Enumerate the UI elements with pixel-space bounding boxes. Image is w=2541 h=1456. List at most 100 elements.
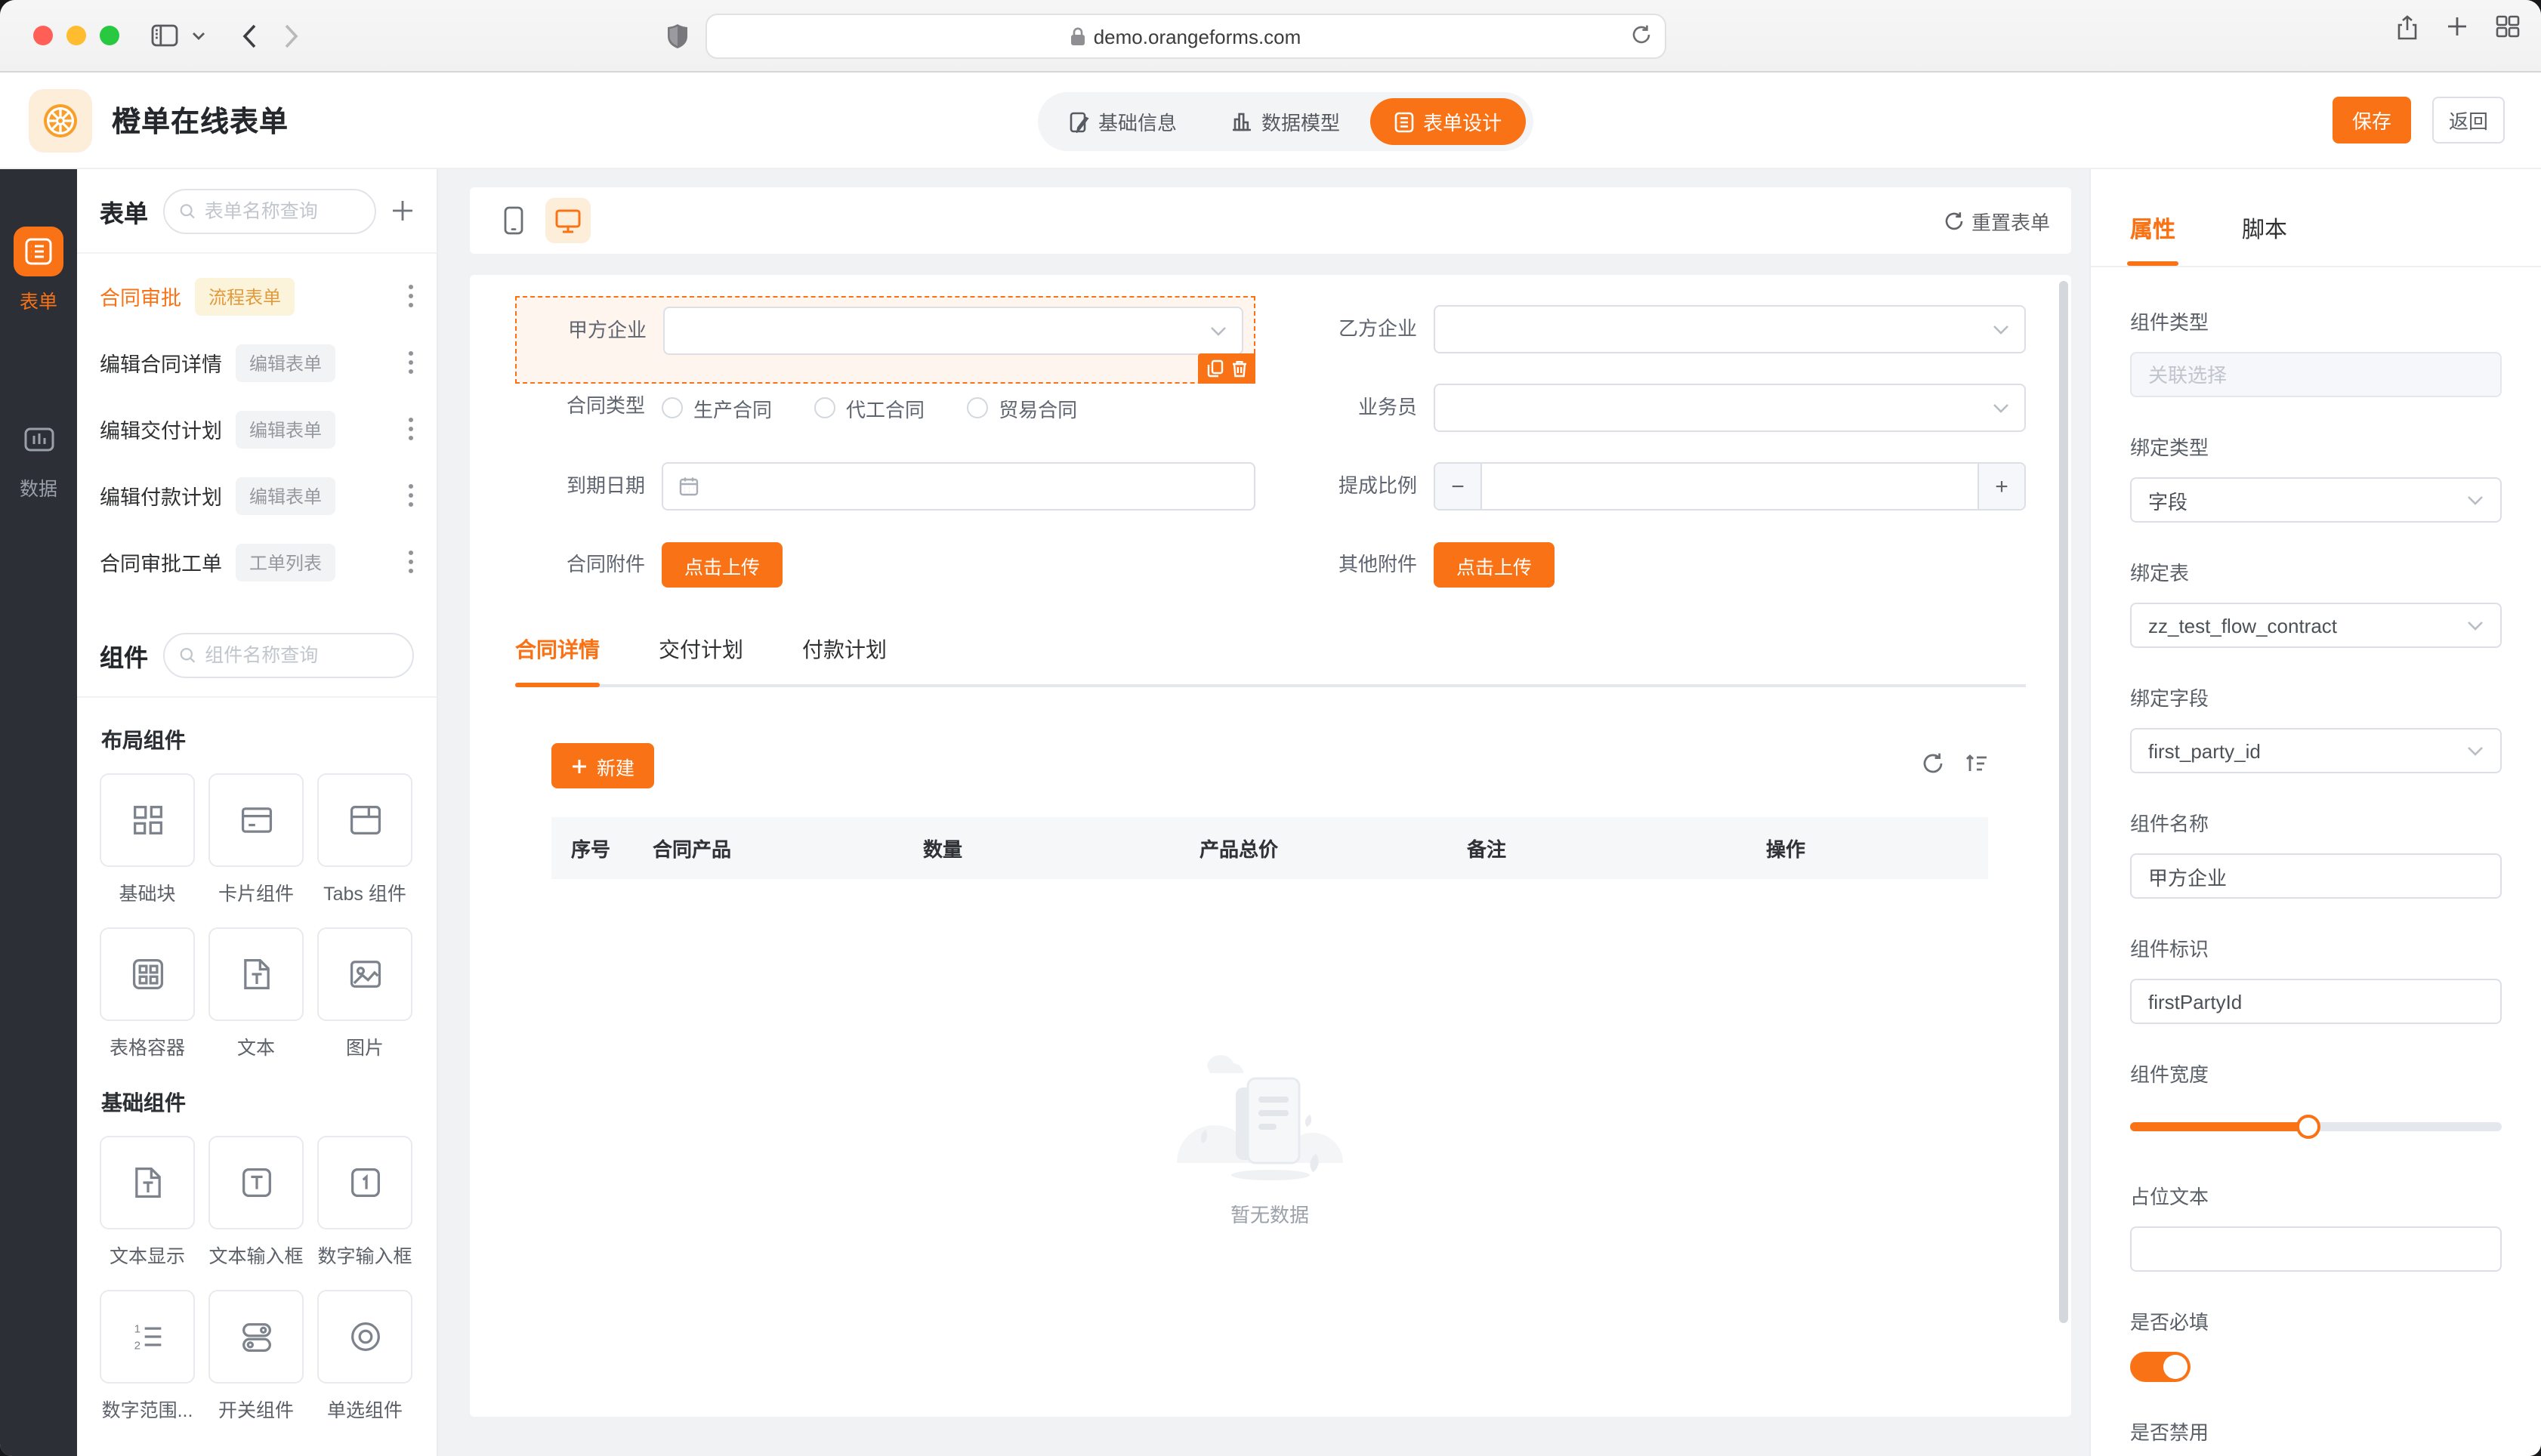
salesman-select[interactable] — [1434, 384, 2026, 432]
back-button[interactable] — [228, 14, 270, 57]
component-key-input[interactable] — [2148, 990, 2484, 1013]
selected-widget-first-party[interactable]: 甲方企业 — [515, 296, 1255, 384]
toggle-knob — [2163, 1355, 2187, 1379]
url-text: demo.orangeforms.com — [1093, 25, 1301, 48]
reset-form-button[interactable]: 重置表单 — [1944, 206, 2050, 235]
slider-handle[interactable] — [2296, 1115, 2321, 1139]
widget-action-badge — [1198, 353, 1255, 384]
form-list-item[interactable]: 编辑合同详情 编辑表单 — [77, 329, 437, 396]
component-switch[interactable]: 开关组件 — [208, 1290, 304, 1423]
tab-data-model[interactable]: 数据模型 — [1207, 98, 1364, 145]
component-number-input[interactable]: 数字输入框 — [317, 1136, 412, 1269]
commission-input[interactable] — [1482, 464, 1978, 509]
component-text-input[interactable]: 文本输入框 — [208, 1136, 304, 1269]
first-party-select[interactable] — [663, 307, 1243, 355]
kebab-menu-icon[interactable] — [408, 550, 414, 574]
stepper-plus-button[interactable]: + — [1978, 464, 2024, 509]
sidebar-toggle-icon[interactable] — [144, 14, 186, 57]
radio-oem-contract[interactable]: 代工合同 — [814, 393, 925, 422]
radio-circle-icon — [967, 397, 989, 418]
component-text[interactable]: 文本 — [208, 927, 304, 1060]
form-list-item[interactable]: 合同审批 流程表单 — [77, 263, 437, 329]
number-range-icon: 12 — [134, 1323, 161, 1352]
second-party-select[interactable] — [1434, 305, 2026, 353]
mobile-preview-icon[interactable] — [491, 198, 536, 243]
table-refresh-icon[interactable] — [1922, 752, 1944, 775]
bind-table-select[interactable]: zz_test_flow_contract — [2130, 603, 2502, 648]
calendar-icon — [678, 476, 699, 497]
field-label-salesman: 业务员 — [1357, 396, 1417, 418]
form-list-item[interactable]: 编辑付款计划 编辑表单 — [77, 462, 437, 529]
component-image[interactable]: 图片 — [317, 927, 412, 1060]
field-commission: 提成比例 − + — [1287, 462, 2026, 511]
design-canvas: 重置表单 甲方企业 乙方企业 合同类型 生产合同 代工合同 贸易合同 业务员 到… — [438, 169, 2089, 1456]
share-icon[interactable] — [2396, 15, 2419, 48]
chevron-down-icon[interactable] — [186, 14, 210, 57]
bind-type-select[interactable]: 字段 — [2130, 477, 2502, 523]
kebab-menu-icon[interactable] — [408, 483, 414, 507]
add-form-button[interactable] — [391, 199, 414, 222]
chevron-down-icon — [2467, 495, 2484, 505]
component-width-slider[interactable] — [2130, 1115, 2502, 1139]
privacy-shield-icon[interactable] — [656, 14, 698, 57]
forward-button[interactable] — [270, 14, 313, 57]
new-tab-icon[interactable] — [2446, 15, 2468, 48]
bind-field-select[interactable]: first_party_id — [2130, 728, 2502, 773]
form-list-item[interactable]: 合同审批工单 工单列表 — [77, 529, 437, 595]
required-toggle[interactable] — [2130, 1352, 2191, 1382]
tab-script[interactable]: 脚本 — [2242, 213, 2287, 266]
contract-upload-button[interactable]: 点击上传 — [662, 542, 783, 588]
kebab-menu-icon[interactable] — [408, 417, 414, 441]
traffic-lights — [33, 26, 119, 45]
component-name-input[interactable] — [2148, 865, 2484, 887]
save-button[interactable]: 保存 — [2333, 97, 2411, 143]
rail-item-data[interactable]: 数据 — [0, 414, 77, 501]
form-search-input[interactable] — [204, 200, 360, 221]
other-upload-button[interactable]: 点击上传 — [1434, 542, 1555, 588]
component-radio[interactable]: 单选组件 — [317, 1290, 412, 1423]
component-card[interactable]: 卡片组件 — [208, 773, 304, 906]
rail-label-forms: 表单 — [19, 292, 57, 313]
table-sort-icon[interactable] — [1965, 752, 1988, 775]
tab-basic-info[interactable]: 基础信息 — [1045, 98, 1201, 145]
component-number-range[interactable]: 12 数字范围... — [100, 1290, 195, 1423]
new-row-button[interactable]: 新建 — [551, 743, 655, 788]
component-table-container[interactable]: 表格容器 — [100, 927, 195, 1060]
tab-form-design[interactable]: 表单设计 — [1370, 98, 1527, 145]
detail-tabs: 合同详情 交付计划 付款计划 — [515, 634, 2026, 687]
address-bar[interactable]: demo.orangeforms.com — [705, 14, 1666, 59]
close-window-button[interactable] — [33, 26, 53, 45]
component-basic-block[interactable]: 基础块 — [100, 773, 195, 906]
placeholder-text-input[interactable] — [2148, 1238, 2484, 1260]
component-text-display[interactable]: 文本显示 — [100, 1136, 195, 1269]
zoom-window-button[interactable] — [100, 26, 119, 45]
empty-state: 暂无数据 — [551, 1042, 1988, 1228]
placeholder-text-input-box — [2130, 1226, 2502, 1272]
rail-item-forms[interactable]: 表单 — [0, 227, 77, 314]
component-search-input[interactable] — [205, 644, 397, 665]
tab-contract-detail[interactable]: 合同详情 — [515, 634, 600, 687]
due-date-input[interactable] — [662, 462, 1255, 511]
field-contract-type: 合同类型 生产合同 代工合同 贸易合同 — [515, 384, 1255, 432]
desktop-preview-icon[interactable] — [545, 198, 591, 243]
kebab-menu-icon[interactable] — [408, 284, 414, 308]
tab-payment-plan[interactable]: 付款计划 — [802, 634, 887, 684]
form-list-item[interactable]: 编辑交付计划 编辑表单 — [77, 396, 437, 462]
minimize-window-button[interactable] — [66, 26, 86, 45]
tab-delivery-plan[interactable]: 交付计划 — [659, 634, 743, 684]
component-tabs[interactable]: Tabs 组件 — [317, 773, 412, 906]
tab-properties[interactable]: 属性 — [2126, 213, 2179, 266]
radio-trade-contract[interactable]: 贸易合同 — [967, 393, 1077, 422]
component-search-box[interactable] — [163, 632, 414, 677]
stepper-minus-button[interactable]: − — [1435, 464, 1482, 509]
radio-production-contract[interactable]: 生产合同 — [662, 393, 772, 422]
commission-stepper: − + — [1434, 462, 2026, 511]
back-button-header[interactable]: 返回 — [2432, 97, 2505, 143]
form-search-box[interactable] — [163, 188, 376, 233]
kebab-menu-icon[interactable] — [408, 350, 414, 375]
copy-icon[interactable] — [1206, 359, 1223, 378]
delete-icon[interactable] — [1230, 359, 1247, 378]
canvas-scrollbar[interactable] — [2059, 281, 2068, 1323]
tab-overview-icon[interactable] — [2496, 15, 2520, 48]
reload-icon[interactable] — [1632, 24, 1651, 50]
